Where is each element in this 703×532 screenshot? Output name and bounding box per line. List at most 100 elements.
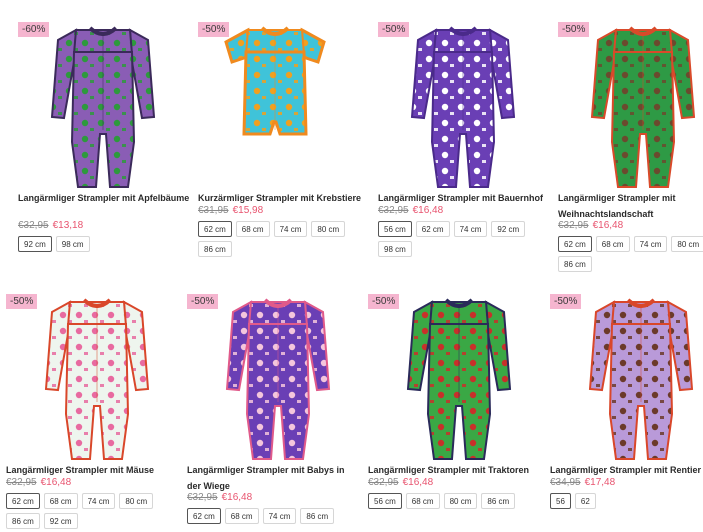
product-card[interactable]: -50% Langärmliger Strampler mit Traktoren… [368,294,538,532]
size-option-button[interactable]: 80 cm [443,493,478,509]
sale-price: €16,48 [40,477,72,488]
size-options: 92 cm 98 cm [18,236,193,252]
size-option-button[interactable]: 86 cm [198,241,232,257]
price-row: €31,95 €15,98 [198,205,263,217]
product-image[interactable]: -50% [198,22,368,197]
sale-price: €16,48 [402,477,434,488]
original-price: €31,95 [198,205,229,216]
discount-badge: -50% [187,294,219,309]
product-title[interactable]: Langärmliger Strampler mit Rentier [550,462,703,478]
romper-mice-icon [44,298,150,460]
romper-apple-trees-icon [50,26,156,188]
product-image[interactable]: -50% [368,294,538,469]
size-option-button[interactable]: 62 cm [6,493,40,509]
size-option-button[interactable]: 56 [550,493,571,509]
romper-christmas-landscape-icon [590,26,696,188]
sale-price: €15,98 [232,205,264,216]
size-option-button[interactable]: 62 cm [198,221,232,237]
size-option-button[interactable]: 74 cm [81,493,116,509]
discount-badge: -50% [550,294,582,309]
size-options: 56 cm 68 cm 80 cm 86 cm [368,493,543,509]
price-row: €34,95 €17,48 [550,477,615,489]
sale-price: €17,48 [584,477,616,488]
product-title[interactable]: Langärmliger Strampler mit Bauernhof [378,190,550,206]
size-option-button[interactable]: 74 cm [262,508,297,524]
product-image[interactable]: -50% [187,294,357,469]
product-card[interactable]: -50% Kurzärmliger Strampler mit Krebstier… [198,22,368,282]
size-option-button[interactable]: 92 cm [491,221,526,237]
size-option-button[interactable]: 74 cm [273,221,308,237]
product-card[interactable]: -50% Langärmliger Strampler mit Rentier €3… [550,294,703,532]
product-card[interactable]: -50% Langärmliger Strampler mit Bauernhof… [378,22,548,282]
price-row: €32,95 €16,48 [378,205,443,217]
product-title[interactable]: Langärmliger Strampler mit Apfelbäume [18,190,190,206]
discount-badge: -50% [378,22,410,37]
size-option-button[interactable]: 86 cm [481,493,516,509]
product-title[interactable]: Langärmliger Strampler mit Weihnachtslan… [558,190,703,222]
product-title[interactable]: Langärmliger Strampler mit Traktoren [368,462,540,478]
discount-badge: -60% [18,22,50,37]
original-price: €32,95 [187,492,218,503]
size-option-button[interactable]: 68 cm [405,493,440,509]
original-price: €32,95 [18,220,49,231]
product-card[interactable]: -60% Langärmliger Strampler mit Apfelbäum… [18,22,190,282]
romper-crustaceans-icon [224,26,326,136]
size-option-button[interactable]: 86 cm [558,256,592,272]
product-image[interactable]: -60% [18,22,188,197]
size-option-button[interactable]: 68 cm [595,236,630,252]
size-options: 62 cm 68 cm 74 cm 80 cm 86 cm 92 cm [6,493,181,529]
size-option-button[interactable]: 62 cm [415,221,450,237]
size-options: 56 62 [550,493,703,509]
price-row: €32,95 €16,48 [187,492,252,504]
sale-price: €16,48 [412,205,444,216]
original-price: €32,95 [6,477,37,488]
size-option-button[interactable]: 62 cm [187,508,221,524]
size-option-button[interactable]: 80 cm [671,236,703,252]
product-image[interactable]: -50% [378,22,548,197]
product-title[interactable]: Langärmliger Strampler mit Babys in der … [187,462,359,494]
size-option-button[interactable]: 92 cm [18,236,52,252]
product-card[interactable]: -50% Langärmliger Strampler mit Mäuse €32,… [6,294,176,532]
size-option-button[interactable]: 68 cm [43,493,78,509]
size-option-button[interactable]: 98 cm [378,241,412,257]
size-option-button[interactable]: 86 cm [6,513,40,529]
product-title[interactable]: Langärmliger Strampler mit Mäuse [6,462,178,478]
size-options: 62 cm 68 cm 74 cm 80 cm 86 cm [558,236,703,272]
sale-price: €13,18 [52,220,84,231]
size-option-button[interactable]: 80 cm [311,221,346,237]
size-options: 62 cm 68 cm 74 cm 80 cm 86 cm [198,221,373,257]
size-option-button[interactable]: 86 cm [300,508,335,524]
discount-badge: -50% [6,294,38,309]
product-title[interactable]: Kurzärmliger Strampler mit Krebstiere [198,190,370,206]
product-card[interactable]: -50% Langärmliger Strampler mit Babys in … [187,294,357,532]
discount-badge: -50% [368,294,400,309]
size-option-button[interactable]: 74 cm [633,236,668,252]
size-option-button[interactable]: 56 cm [378,221,412,237]
romper-reindeer-icon [588,298,694,460]
price-row: €32,95 €16,48 [558,220,623,232]
size-option-button[interactable]: 68 cm [224,508,259,524]
price-row: €32,95 €16,48 [6,477,71,489]
sale-price: €16,48 [592,220,624,231]
size-option-button[interactable]: 92 cm [43,513,78,529]
product-image[interactable]: -50% [6,294,176,469]
original-price: €32,95 [378,205,409,216]
discount-badge: -50% [198,22,230,37]
size-options: 62 cm 68 cm 74 cm 86 cm [187,508,362,524]
size-option-button[interactable]: 56 cm [368,493,402,509]
size-option-button[interactable]: 62 cm [558,236,592,252]
romper-tractors-icon [406,298,512,460]
product-image[interactable]: -50% [550,294,703,469]
price-row: €32,95 €16,48 [368,477,433,489]
size-option-button[interactable]: 62 [574,493,596,509]
price-row: €32,95 €13,18 [18,220,83,232]
product-card[interactable]: -50% Langärmliger Strampler mit Weihnacht… [558,22,703,282]
size-options: 56 cm 62 cm 74 cm 92 cm 98 cm [378,221,553,257]
size-option-button[interactable]: 68 cm [235,221,270,237]
sale-price: €16,48 [221,492,253,503]
product-image[interactable]: -50% [558,22,703,197]
original-price: €32,95 [368,477,399,488]
size-option-button[interactable]: 98 cm [55,236,90,252]
size-option-button[interactable]: 74 cm [453,221,488,237]
size-option-button[interactable]: 80 cm [119,493,154,509]
